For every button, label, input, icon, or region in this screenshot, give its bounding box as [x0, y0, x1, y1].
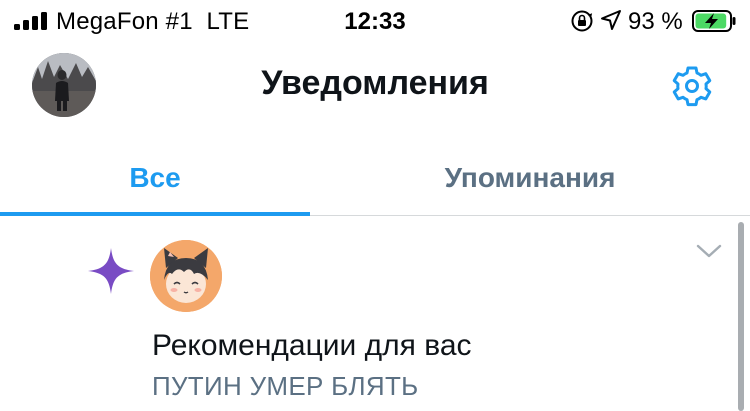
tab-mentions[interactable]: Упоминания [310, 140, 750, 216]
orientation-lock-icon [571, 10, 593, 32]
battery-charging-icon [692, 10, 736, 32]
notification-avatar[interactable] [150, 240, 222, 312]
tab-all[interactable]: Все [0, 140, 310, 216]
gear-icon[interactable] [668, 62, 716, 110]
status-bar: MegaFon #1 LTE 12:33 93 % [0, 0, 750, 44]
battery-percent: 93 % [628, 8, 683, 35]
active-tab-indicator [0, 212, 310, 216]
notification-tabs: Все Упоминания [0, 140, 750, 216]
cat-boy-avatar-image [150, 240, 222, 312]
notification-title: Рекомендации для вас [152, 329, 472, 362]
location-arrow-icon [601, 10, 621, 30]
chevron-down-icon[interactable] [696, 243, 722, 259]
sparkle-icon [88, 248, 134, 294]
scrollbar[interactable] [738, 222, 744, 411]
notification-subtitle: ПУТИН УМЕР БЛЯТЬ [152, 371, 419, 401]
notification-item[interactable]: Рекомендации для вас ПУТИН УМЕР БЛЯТЬ [0, 217, 750, 411]
page-title: Уведомления [261, 64, 489, 102]
